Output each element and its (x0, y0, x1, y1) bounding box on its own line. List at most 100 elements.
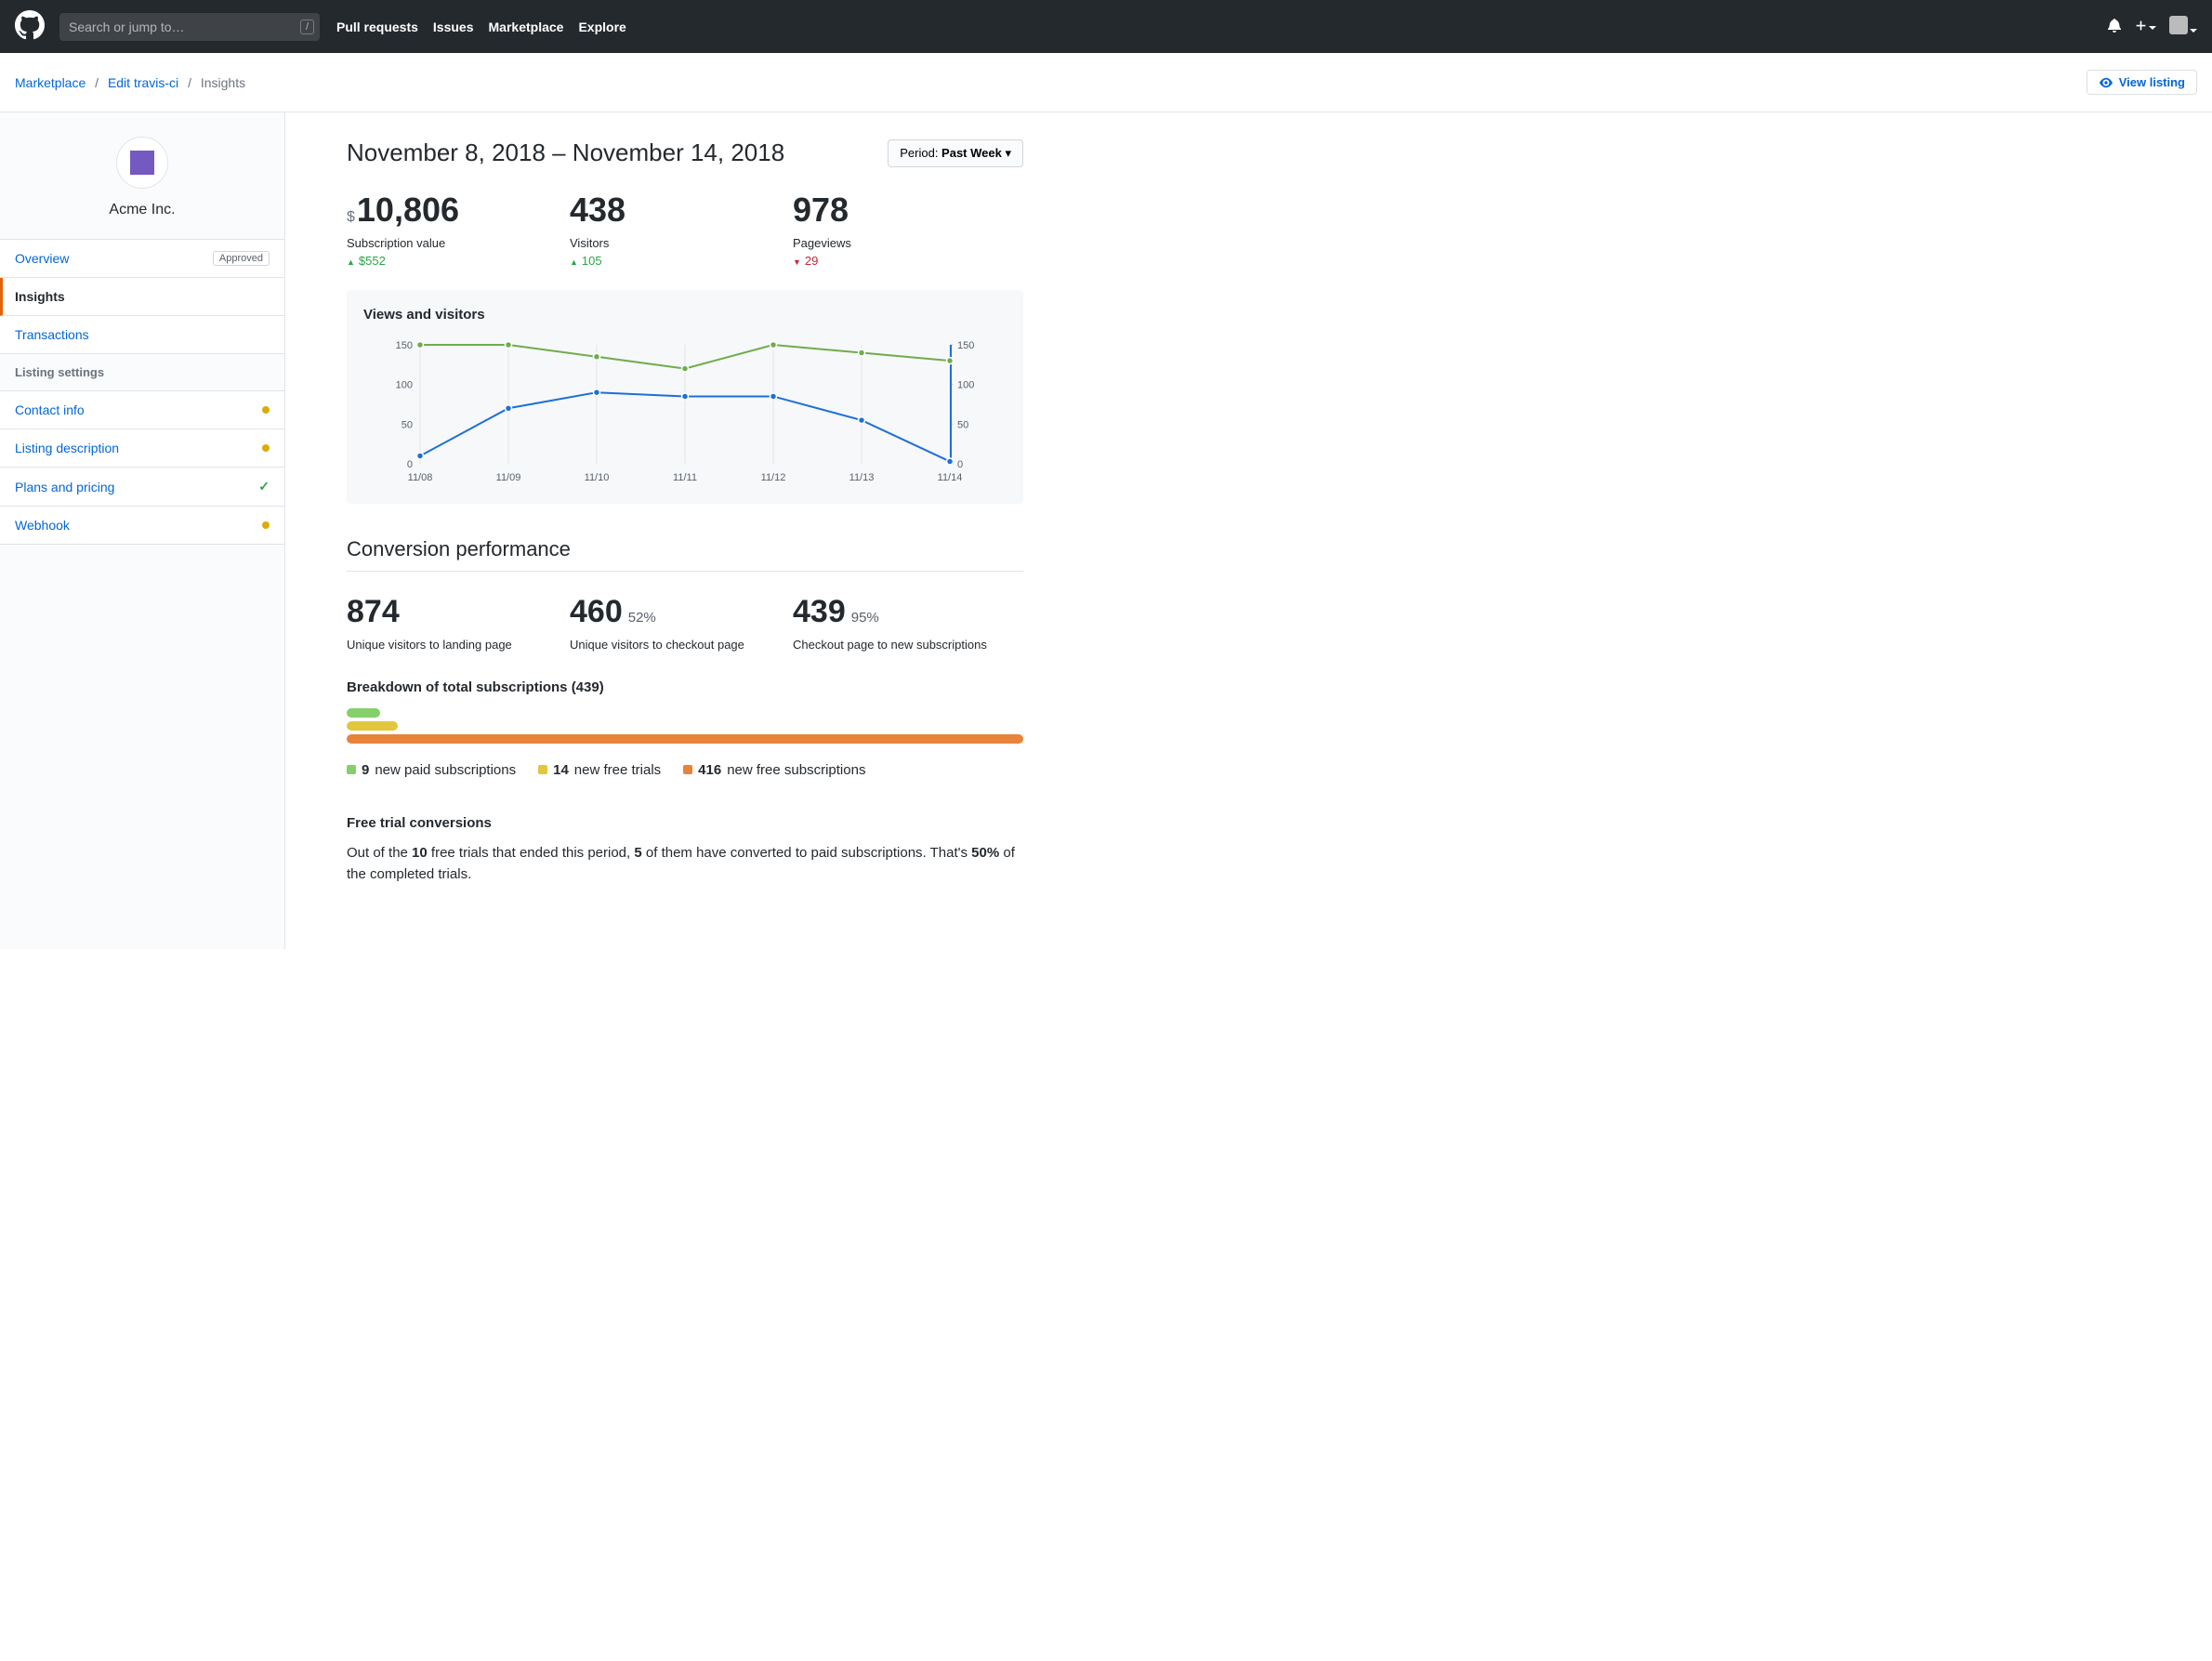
subnav: Marketplace / Edit travis-ci / Insights … (0, 53, 2212, 112)
status-dot-icon (262, 406, 270, 414)
svg-text:11/11: 11/11 (673, 472, 697, 483)
conversion-value: 460 (570, 594, 623, 630)
github-logo-icon (15, 10, 45, 40)
view-listing-label: View listing (2119, 75, 2185, 89)
nav-issues[interactable]: Issues (433, 20, 474, 34)
sidebar-header: Acme Inc. (0, 112, 284, 239)
svg-text:11/10: 11/10 (585, 472, 610, 483)
arrow-down-icon (793, 254, 801, 268)
svg-text:50: 50 (402, 419, 413, 430)
sidebar-item-overview[interactable]: Overview Approved (0, 240, 284, 278)
caret-down-icon: ▾ (1005, 146, 1011, 160)
svg-text:100: 100 (957, 380, 974, 391)
sidebar-item-contact-info[interactable]: Contact info (0, 391, 284, 429)
notifications-button[interactable] (2107, 18, 2122, 35)
metric-subscription-value: $10,806 Subscription value $552 (347, 193, 570, 268)
bar-paid-subscriptions (347, 708, 380, 718)
trial-title: Free trial conversions (347, 815, 1023, 831)
metric-pageviews: 978 Pageviews 29 (793, 193, 1016, 268)
github-logo[interactable] (15, 10, 45, 43)
breakdown-bars (347, 708, 1023, 744)
metric-label: Pageviews (793, 236, 1016, 250)
legend-swatch-icon (538, 765, 547, 774)
svg-text:0: 0 (957, 459, 963, 470)
conversion-pct: 95% (851, 610, 879, 626)
arrow-up-icon (347, 254, 355, 268)
conversion-label: Checkout page to new subscriptions (793, 638, 1016, 652)
svg-text:11/13: 11/13 (849, 472, 875, 483)
chart-title: Views and visitors (363, 307, 1007, 323)
period-selector[interactable]: Period: Past Week ▾ (888, 139, 1023, 167)
metric-delta: $552 (347, 254, 570, 268)
sidebar-item-label: Contact info (15, 402, 85, 417)
nav-marketplace[interactable]: Marketplace (489, 20, 564, 34)
main-content: November 8, 2018 – November 14, 2018 Per… (285, 112, 1085, 949)
avatar-icon (2169, 16, 2188, 34)
sidebar-item-label: Plans and pricing (15, 480, 114, 494)
sidebar-list: Overview Approved Insights Transactions … (0, 239, 284, 545)
eye-icon (2099, 76, 2113, 89)
metric-value: 978 (793, 193, 1016, 227)
sidebar-item-label: Listing settings (15, 365, 104, 379)
sidebar-section-header: Listing settings (0, 354, 284, 391)
metric-delta: 105 (570, 254, 793, 268)
conversion-value: 439 (793, 594, 846, 630)
nav-explore[interactable]: Explore (578, 20, 625, 34)
trial-section: Free trial conversions Out of the 10 fre… (347, 815, 1023, 886)
breadcrumb: Marketplace / Edit travis-ci / Insights (15, 75, 245, 90)
sidebar-item-transactions[interactable]: Transactions (0, 316, 284, 354)
user-menu-button[interactable] (2169, 16, 2197, 37)
breadcrumb-marketplace[interactable]: Marketplace (15, 75, 86, 90)
svg-text:100: 100 (396, 380, 413, 391)
app-icon-glyph (130, 151, 154, 175)
conversion-title: Conversion performance (347, 537, 1023, 572)
metric-delta: 29 (793, 254, 1016, 268)
breadcrumb-separator: / (95, 75, 99, 90)
caret-down-icon (2190, 29, 2197, 33)
approved-badge: Approved (213, 251, 270, 266)
bar-free-trials (347, 721, 398, 731)
search-slash-hint: / (300, 20, 314, 34)
legend-free: 416 new free subscriptions (683, 762, 865, 778)
top-nav: / Pull requests Issues Marketplace Explo… (0, 0, 2212, 53)
sidebar-item-listing-description[interactable]: Listing description (0, 429, 284, 468)
metric-value: $10,806 (347, 193, 570, 227)
sidebar-item-insights[interactable]: Insights (0, 278, 284, 316)
metric-visitors: 438 Visitors 105 (570, 193, 793, 268)
svg-text:11/14: 11/14 (938, 472, 963, 483)
svg-text:11/08: 11/08 (408, 472, 433, 483)
breakdown-title: Breakdown of total subscriptions (439) (347, 679, 1023, 695)
sidebar: Acme Inc. Overview Approved Insights Tra… (0, 112, 285, 949)
status-dot-icon (262, 521, 270, 529)
search-input[interactable] (59, 13, 320, 41)
plus-icon (2135, 20, 2147, 32)
nav-pull-requests[interactable]: Pull requests (336, 20, 418, 34)
bar-free-subscriptions (347, 734, 1023, 744)
date-range: November 8, 2018 – November 14, 2018 (347, 138, 784, 167)
sidebar-item-webhook[interactable]: Webhook (0, 507, 284, 545)
svg-text:50: 50 (957, 419, 968, 430)
sidebar-item-label: Insights (15, 289, 65, 304)
topnav-right (2107, 16, 2197, 37)
metric-label: Subscription value (347, 236, 570, 250)
breadcrumb-edit-listing[interactable]: Edit travis-ci (108, 75, 178, 90)
period-prefix: Period: (900, 146, 941, 160)
arrow-up-icon (570, 254, 578, 268)
svg-text:11/12: 11/12 (761, 472, 786, 483)
sidebar-item-label: Overview (15, 251, 69, 266)
conversion-pct: 52% (628, 610, 656, 626)
metric-value: 438 (570, 193, 793, 227)
svg-text:0: 0 (407, 459, 413, 470)
create-new-button[interactable] (2135, 20, 2156, 34)
date-row: November 8, 2018 – November 14, 2018 Per… (347, 138, 1023, 167)
svg-text:150: 150 (957, 340, 974, 351)
conversion-checkout: 460 52% Unique visitors to checkout page (570, 594, 793, 652)
conversion-value: 874 (347, 594, 400, 630)
sidebar-item-label: Listing description (15, 441, 119, 455)
legend-swatch-icon (683, 765, 692, 774)
sidebar-item-label: Transactions (15, 327, 89, 342)
view-listing-button[interactable]: View listing (2087, 70, 2197, 95)
sidebar-item-plans-pricing[interactable]: Plans and pricing ✓ (0, 468, 284, 507)
conversion-label: Unique visitors to checkout page (570, 638, 793, 652)
conversion-row: 874 Unique visitors to landing page 4605… (347, 594, 1023, 652)
